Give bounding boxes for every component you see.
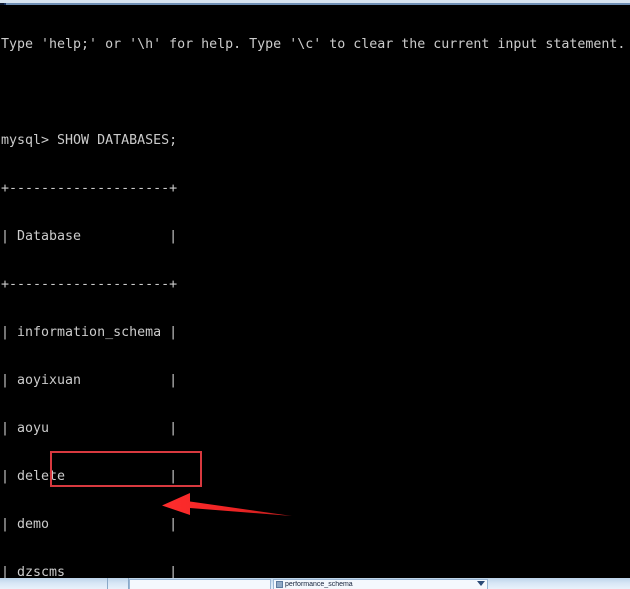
window-icon	[276, 581, 283, 588]
desktop-taskbar[interactable]: performance_schema	[0, 578, 630, 589]
table-row: | information_schema |	[1, 325, 178, 340]
screenshot-root: Type 'help;' or '\h' for help. Type '\c'…	[0, 0, 630, 589]
terminal-line: Type 'help;' or '\h' for help. Type '\c'…	[1, 37, 626, 52]
table-row: | aoyu |	[1, 421, 178, 436]
chevron-down-icon[interactable]	[477, 581, 485, 586]
table-row: | demo |	[1, 517, 178, 532]
table-border-header: +--------------------+	[1, 277, 178, 292]
table-border-top: +--------------------+	[1, 181, 178, 196]
terminal-output[interactable]: Type 'help;' or '\h' for help. Type '\c'…	[0, 5, 630, 580]
taskbar-divider	[107, 578, 108, 589]
table-row: | aoyixuan |	[1, 373, 178, 388]
terminal-line-command-show-databases: mysql> SHOW DATABASES;	[1, 133, 178, 148]
taskbar-window-button[interactable]	[129, 579, 271, 589]
table-row: | delete |	[1, 469, 178, 484]
taskbar-window-label: performance_schema	[285, 580, 353, 588]
table-header-row: | Database |	[1, 229, 178, 244]
taskbar-window-button-active[interactable]: performance_schema	[273, 579, 488, 589]
